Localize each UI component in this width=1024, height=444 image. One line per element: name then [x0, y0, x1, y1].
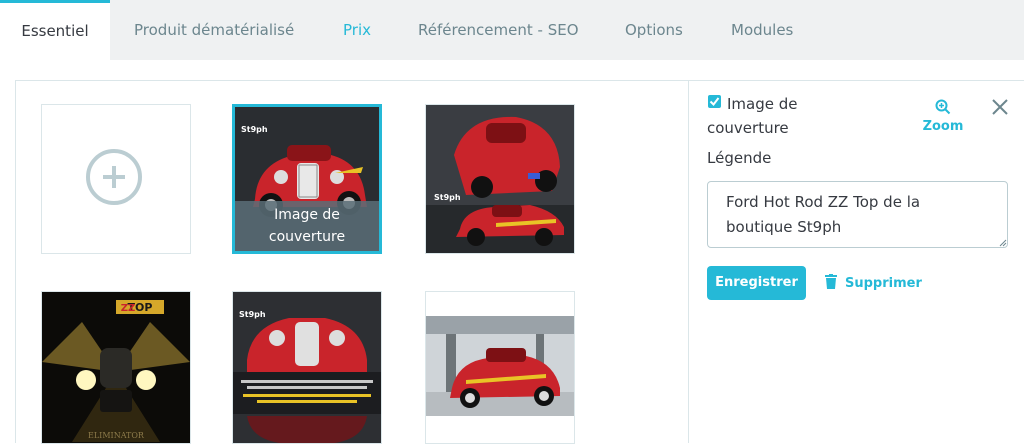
- image-gallery-panel: St9ph Image de couverture St9ph TOP ZZ E…: [15, 80, 689, 444]
- brand-watermark-logo: St9ph: [241, 125, 268, 134]
- cover-checkbox[interactable]: [708, 95, 721, 108]
- tab-produit-dematerialise[interactable]: Produit dématérialisé: [134, 0, 294, 60]
- cover-checkbox-label: Image de couverture: [707, 95, 798, 137]
- hotrod-red-rear-side-image: [426, 105, 574, 253]
- delete-button[interactable]: Supprimer: [825, 274, 922, 291]
- svg-text:ZZ: ZZ: [121, 303, 136, 314]
- hotrod-showroom-photo-image: [426, 292, 574, 443]
- product-image[interactable]: [425, 291, 575, 444]
- tab-essentiel[interactable]: Essentiel: [0, 0, 110, 60]
- tab-options[interactable]: Options: [625, 0, 683, 60]
- product-image[interactable]: St9ph: [232, 291, 382, 444]
- zoom-button[interactable]: Zoom: [921, 99, 965, 134]
- cover-image-overlay-label: Image de couverture: [235, 201, 379, 251]
- delete-label: Supprimer: [845, 276, 922, 291]
- tab-prix[interactable]: Prix: [343, 0, 371, 60]
- zoom-in-icon: [935, 99, 951, 115]
- tab-modules[interactable]: Modules: [731, 0, 793, 60]
- product-image[interactable]: St9ph: [425, 104, 575, 254]
- tab-bar: Essentiel Produit dématérialisé Prix Réf…: [0, 0, 1024, 60]
- zz-top-eliminator-album-image: TOP ZZ ELIMINATOR: [42, 292, 190, 443]
- brand-watermark-logo: St9ph: [434, 193, 461, 202]
- zoom-label: Zoom: [922, 119, 964, 134]
- trash-icon: [825, 274, 837, 289]
- check-icon: [709, 97, 720, 107]
- product-image[interactable]: TOP ZZ ELIMINATOR: [41, 291, 191, 444]
- svg-text:ELIMINATOR: ELIMINATOR: [88, 431, 145, 440]
- close-icon: [992, 99, 1008, 115]
- caption-textarea[interactable]: Ford Hot Rod ZZ Top de la boutique St9ph: [707, 181, 1008, 248]
- product-image-cover[interactable]: St9ph Image de couverture: [232, 104, 382, 254]
- tab-referencement-seo[interactable]: Référencement - SEO: [418, 0, 579, 60]
- close-button[interactable]: [989, 96, 1011, 118]
- save-button[interactable]: Enregistrer: [707, 266, 806, 300]
- plus-circle-icon: [86, 149, 142, 205]
- caption-label: Légende: [707, 149, 772, 167]
- brand-watermark-logo: St9ph: [239, 310, 266, 319]
- add-image-button[interactable]: [41, 104, 191, 254]
- resize-handle-icon[interactable]: [999, 239, 1007, 247]
- image-settings-panel: Image de couverture Zoom Légende Ford Ho…: [688, 80, 1024, 443]
